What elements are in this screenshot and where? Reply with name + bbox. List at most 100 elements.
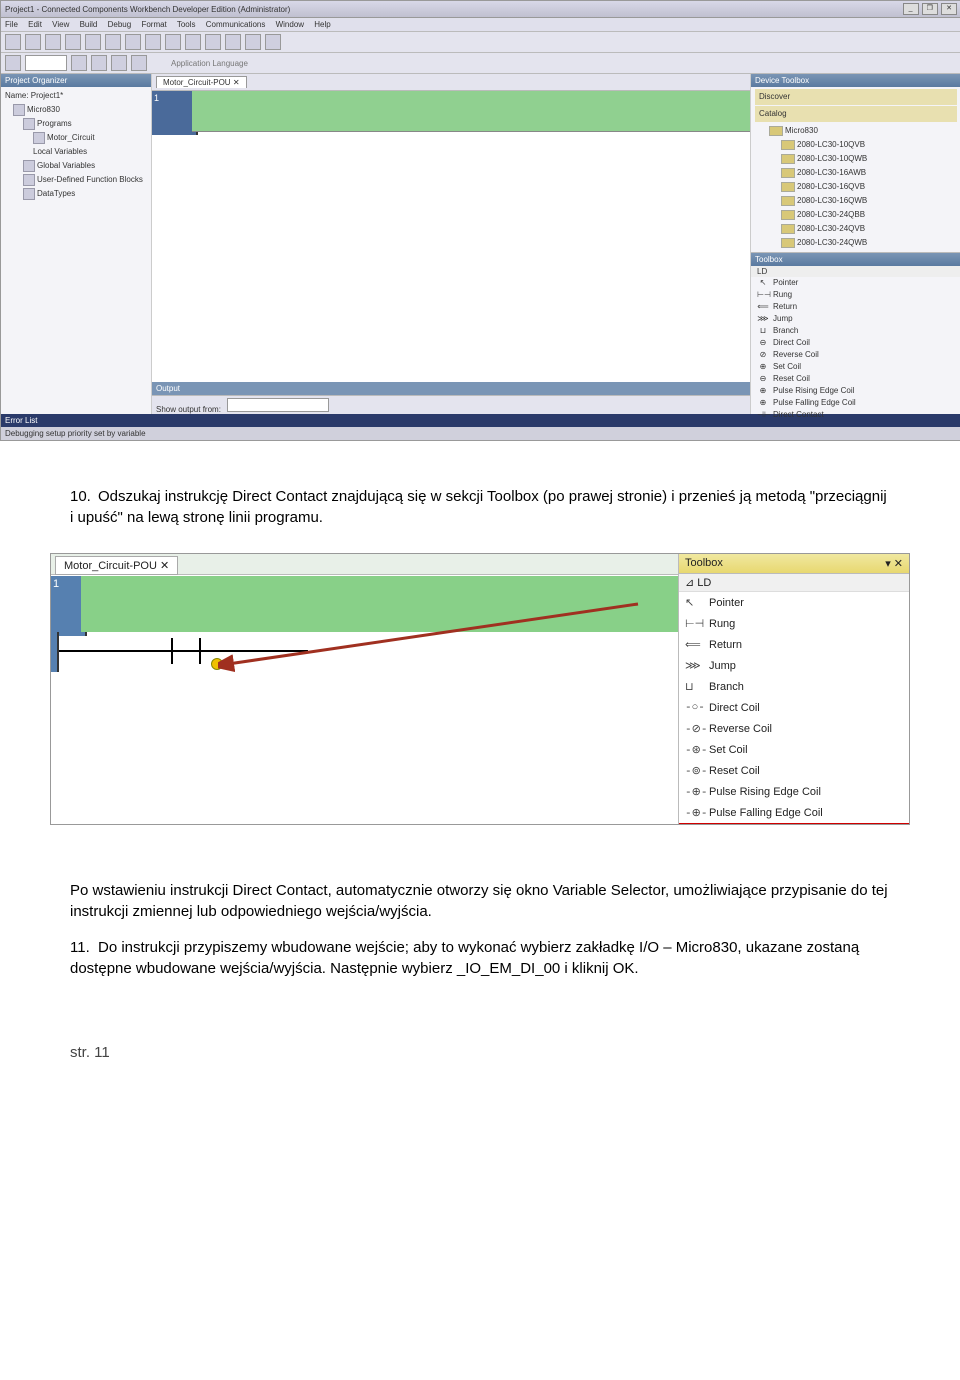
menu-view[interactable]: View xyxy=(52,20,69,29)
close-tab-icon[interactable]: ✕ xyxy=(160,560,169,572)
underline-icon[interactable] xyxy=(111,55,127,71)
tool-label: Direct Contact xyxy=(773,410,824,419)
menu-debug[interactable]: Debug xyxy=(108,20,132,29)
toolbox-item[interactable]: ⊣⊢Direct Contact xyxy=(751,409,960,421)
direct-contact-element[interactable] xyxy=(171,638,201,664)
catalog-item[interactable]: 2080-LC30-16QWB xyxy=(755,194,957,208)
toolbox-item[interactable]: ⊔Branch xyxy=(751,325,960,337)
tool-label: Set Coil xyxy=(773,362,801,371)
menu-help[interactable]: Help xyxy=(314,20,330,29)
tree-local-vars[interactable]: Local Variables xyxy=(5,145,147,159)
toolbox-item[interactable]: ⊔Branch xyxy=(679,676,909,697)
pin-close-icons[interactable]: ▾ ✕ xyxy=(885,557,903,570)
toolbar-icon[interactable] xyxy=(65,34,81,50)
toolbox-item[interactable]: ⊕Pulse Falling Edge Coil xyxy=(751,397,960,409)
toolbar-icon[interactable] xyxy=(105,34,121,50)
app-language-dropdown[interactable]: Application Language xyxy=(171,59,248,68)
toolbox-item[interactable]: -⊘-Reverse Coil xyxy=(679,718,909,739)
catalog-section[interactable]: Catalog xyxy=(755,106,957,122)
rung[interactable] xyxy=(81,576,678,632)
error-list-button[interactable]: Error List xyxy=(5,416,37,425)
toolbox-item[interactable]: ⋙Jump xyxy=(751,313,960,325)
catalog-item[interactable]: 2080-LC30-10QVB xyxy=(755,138,957,152)
tool-label: Pulse Falling Edge Coil xyxy=(773,398,856,407)
toolbox-item[interactable]: ⊖Direct Coil xyxy=(751,337,960,349)
minimize-button[interactable]: _ xyxy=(903,3,919,15)
toolbox-item[interactable]: ↖Pointer xyxy=(751,277,960,289)
toolbar-icon[interactable] xyxy=(165,34,181,50)
menu-edit[interactable]: Edit xyxy=(28,20,42,29)
toolbox-item[interactable]: ⊢⊣Rung xyxy=(679,613,909,634)
tool-icon: ⊢⊣ xyxy=(757,290,769,300)
toolbox-item[interactable]: ⋙Jump xyxy=(679,655,909,676)
toolbar-icon[interactable] xyxy=(245,34,261,50)
menu-build[interactable]: Build xyxy=(80,20,98,29)
catalog-item[interactable]: 2080-LC30-24QVB xyxy=(755,222,957,236)
editor-tab[interactable]: Motor_Circuit-POU ✕ xyxy=(55,556,178,575)
tree-programs[interactable]: Programs xyxy=(5,117,147,131)
output-dropdown[interactable] xyxy=(227,398,329,412)
maximize-button[interactable]: ❐ xyxy=(922,3,938,15)
catalog-item[interactable]: 2080-LC30-24QWB xyxy=(755,236,957,250)
toolbox-group[interactable]: LD xyxy=(751,266,960,277)
menu-format[interactable]: Format xyxy=(141,20,166,29)
toolbar-icon[interactable] xyxy=(5,34,21,50)
toolbox-group-ld[interactable]: ⊿ LD xyxy=(679,574,909,592)
toolbox-item[interactable]: ⊖Reset Coil xyxy=(751,373,960,385)
toolbar-main xyxy=(1,32,960,53)
device-icon xyxy=(781,140,795,150)
bold-icon[interactable] xyxy=(71,55,87,71)
toolbar-icon[interactable] xyxy=(205,34,221,50)
discover-section[interactable]: Discover xyxy=(755,89,957,105)
tree-udfb[interactable]: User-Defined Function Blocks xyxy=(5,173,147,187)
toolbar-icon[interactable] xyxy=(145,34,161,50)
catalog-folder[interactable]: Micro830 xyxy=(755,124,957,138)
font-dropdown[interactable] xyxy=(25,55,67,71)
vars-icon xyxy=(23,160,35,172)
toolbox-item[interactable]: -⊚-Reset Coil xyxy=(679,760,909,781)
device-icon xyxy=(781,182,795,192)
toolbox-item[interactable]: ⟸Return xyxy=(751,301,960,313)
toolbar-icon[interactable] xyxy=(225,34,241,50)
titlebar: Project1 - Connected Components Workbenc… xyxy=(1,1,960,18)
italic-icon[interactable] xyxy=(91,55,107,71)
window-title: Project1 - Connected Components Workbenc… xyxy=(5,5,290,14)
toolbar-icon[interactable] xyxy=(25,34,41,50)
tree-datatypes[interactable]: DataTypes xyxy=(5,187,147,201)
toolbox-item[interactable]: ⟸Return xyxy=(679,634,909,655)
toolbar-icon[interactable] xyxy=(265,34,281,50)
toolbox-item[interactable]: ⊕Pulse Rising Edge Coil xyxy=(751,385,960,397)
toolbox-item[interactable]: -⊕-Pulse Rising Edge Coil xyxy=(679,781,909,802)
toolbar-icon[interactable] xyxy=(125,34,141,50)
toolbar-icon[interactable] xyxy=(85,34,101,50)
toolbar-icon[interactable] xyxy=(5,55,21,71)
toolbox-item[interactable]: -⊕-Pulse Falling Edge Coil xyxy=(679,802,909,823)
tree-motor-circuit[interactable]: Motor_Circuit xyxy=(5,131,147,145)
rung[interactable] xyxy=(192,91,750,132)
menu-tools[interactable]: Tools xyxy=(177,20,196,29)
toolbox-item[interactable]: ↖Pointer xyxy=(679,592,909,613)
toolbox-item[interactable]: -○-Direct Coil xyxy=(679,697,909,718)
toolbox-item[interactable]: ⊕Set Coil xyxy=(751,361,960,373)
color-icon[interactable] xyxy=(131,55,147,71)
close-button[interactable]: ✕ xyxy=(941,3,957,15)
editor-tab[interactable]: Motor_Circuit-POU ✕ xyxy=(156,76,247,88)
close-tab-icon[interactable]: ✕ xyxy=(233,78,240,87)
tree-global-vars[interactable]: Global Variables xyxy=(5,159,147,173)
drop-indicator-icon xyxy=(211,658,223,670)
toolbar-icon[interactable] xyxy=(45,34,61,50)
menu-communications[interactable]: Communications xyxy=(206,20,266,29)
menu-file[interactable]: File xyxy=(5,20,18,29)
toolbox-item[interactable]: -⊛-Set Coil xyxy=(679,739,909,760)
catalog-item[interactable]: 2080-LC30-16QVB xyxy=(755,180,957,194)
catalog-item[interactable]: 2080-LC30-10QWB xyxy=(755,152,957,166)
catalog-item[interactable]: 2080-LC30-16AWB xyxy=(755,166,957,180)
menu-window[interactable]: Window xyxy=(276,20,304,29)
toolbox-item[interactable]: ⊘Reverse Coil xyxy=(751,349,960,361)
toolbox-item[interactable]: ⊢⊣Rung xyxy=(751,289,960,301)
ladder-editor[interactable]: 1 xyxy=(152,91,750,382)
catalog-item[interactable]: 2080-LC30-24QBB xyxy=(755,208,957,222)
toolbox-item-direct-contact[interactable]: -||-Direct Contact xyxy=(679,823,909,824)
tree-micro830[interactable]: Micro830 xyxy=(5,103,147,117)
toolbar-icon[interactable] xyxy=(185,34,201,50)
